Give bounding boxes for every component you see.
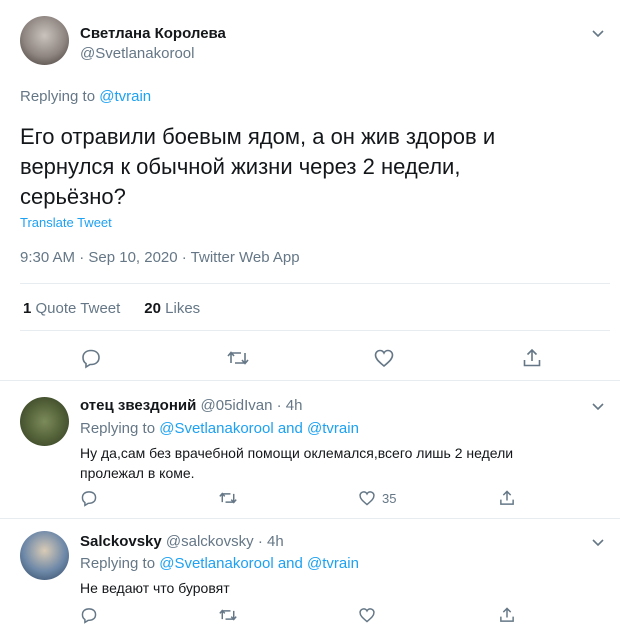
retweet-icon[interactable] [218,489,238,507]
like-icon[interactable] [373,347,395,369]
likes-label: Likes [165,300,201,317]
share-icon[interactable] [498,606,516,624]
reply-time[interactable]: · 4h [258,533,284,550]
reply-replying-to: Replying to @Svetlanakorool and @tvrain [80,420,359,437]
reply-header: Salckovsky @salckovsky · 4h [80,533,284,550]
divider [0,380,620,381]
reply-author-handle[interactable]: @salckovsky [166,533,254,550]
replying-to-link[interactable]: @Svetlanakorool and @tvrain [159,555,359,572]
chevron-down-icon[interactable] [591,26,605,40]
like-action[interactable]: 35 [358,489,396,507]
reply-icon[interactable] [80,489,98,507]
replying-to-link[interactable]: @Svetlanakorool and @tvrain [159,420,359,437]
replying-to-link[interactable]: @tvrain [99,88,151,105]
reply-author-name[interactable]: отец звездоний [80,397,196,414]
replying-prefix: Replying to [80,420,156,437]
tweet-text-line: Его отравили боевым ядом, а он жив здоро… [20,124,496,149]
reply-text-line: пролежал в коме. [80,465,195,481]
like-count: 35 [382,490,397,506]
reply-avatar[interactable] [20,531,69,580]
replying-prefix: Replying to [80,555,156,572]
like-icon [358,489,376,507]
quote-tweets-stat[interactable]: 1 Quote Tweet [23,300,120,317]
reply-header: отец звездоний @05idIvan · 4h [80,397,303,414]
chevron-down-icon[interactable] [591,535,605,549]
divider [0,518,620,519]
reply-time[interactable]: · 4h [277,397,303,414]
reply-text-line: Не ведают что буровят [80,580,230,596]
translate-tweet-link[interactable]: Translate Tweet [20,215,112,230]
retweet-icon[interactable] [226,347,250,369]
reply-text: Не ведают что буровят [80,578,230,598]
author-handle[interactable]: @Svetlanakorool [80,45,194,62]
chevron-down-icon[interactable] [591,399,605,413]
retweet-icon[interactable] [218,606,238,624]
reply-text: Ну да,сам без врачебной помощи оклемался… [80,443,600,483]
tweet-text-line: серьёзно? [20,184,126,209]
quote-label: Quote Tweet [35,300,121,317]
reply-avatar[interactable] [20,397,69,446]
tweet-stats: 1 Quote Tweet 20 Likes [23,300,200,317]
reply-author-handle[interactable]: @05idIvan [201,397,273,414]
author-name[interactable]: Светлана Королева [80,25,226,42]
reply-text-line: Ну да,сам без врачебной помощи оклемался… [80,445,514,461]
share-icon[interactable] [521,347,543,369]
reply-author-name[interactable]: Salckovsky [80,533,162,550]
tweet-text-line: вернулся к обычной жизни через 2 недели, [20,154,461,179]
share-icon[interactable] [498,489,516,507]
likes-count: 20 [144,300,161,317]
likes-stat[interactable]: 20 Likes [144,300,200,317]
author-avatar[interactable] [20,16,69,65]
divider [20,283,610,284]
like-icon[interactable] [358,606,376,624]
tweet-text: Его отравили боевым ядом, а он жив здоро… [20,122,610,212]
reply-icon[interactable] [80,347,102,369]
tweet-meta: 9:30 AM · Sep 10, 2020 · Twitter Web App [20,249,300,266]
replying-prefix: Replying to [20,88,96,105]
reply-replying-to: Replying to @Svetlanakorool and @tvrain [80,555,359,572]
divider [20,330,610,331]
replying-to: Replying to @tvrain [20,88,151,105]
reply-icon[interactable] [80,606,98,624]
quote-count: 1 [23,300,32,317]
